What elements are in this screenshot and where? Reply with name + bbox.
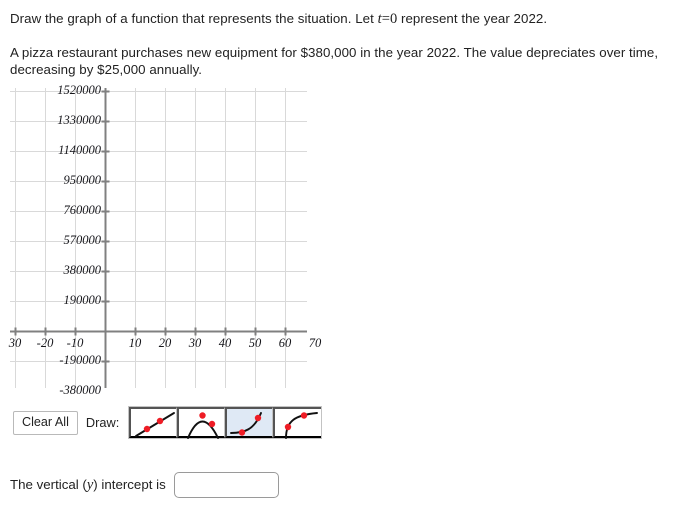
draw-tool-exponential[interactable] bbox=[225, 407, 274, 438]
prompt-paragraph-1: Draw the graph of a function that repres… bbox=[10, 10, 686, 28]
y-axis-tick-label: 1330000 bbox=[57, 113, 101, 127]
answer-row: The vertical (y) intercept is bbox=[10, 472, 279, 498]
prompt-text-part-2: represent the year 2022. bbox=[397, 11, 548, 26]
y-axis-tick-label: 380000 bbox=[63, 263, 102, 277]
y-axis-tick-label: 190000 bbox=[63, 293, 102, 307]
y-axis-tick-label: 570000 bbox=[63, 233, 102, 247]
x-axis-tick-label: 70 bbox=[308, 336, 322, 350]
graph-toolbar: Clear All Draw: bbox=[13, 406, 323, 439]
x-axis-tick-label: -10 bbox=[66, 336, 84, 350]
y-axis-tick-label: 760000 bbox=[63, 203, 102, 217]
draw-label: Draw: bbox=[85, 415, 120, 430]
prompt-paragraph-2: A pizza restaurant purchases new equipme… bbox=[10, 45, 659, 77]
draw-tool-group bbox=[128, 406, 323, 439]
logarithmic-curve-icon bbox=[285, 412, 319, 439]
exponential-curve-icon bbox=[230, 412, 263, 436]
y-axis-tick-label: -380000 bbox=[59, 383, 101, 397]
draw-tool-parabola[interactable] bbox=[177, 407, 226, 439]
y-intercept-label-part-1: The vertical ( bbox=[10, 476, 87, 492]
y-intercept-label-part-2: ) intercept is bbox=[93, 476, 166, 492]
linear-curve-icon bbox=[135, 412, 176, 437]
y-axis-tick-label: 1520000 bbox=[57, 83, 101, 97]
draw-tool-logarithmic[interactable] bbox=[273, 407, 322, 439]
math-equals-sign: = bbox=[381, 11, 390, 27]
y-axis-tick-label: 950000 bbox=[63, 173, 102, 187]
question-prompt: Draw the graph of a function that repres… bbox=[10, 10, 686, 78]
prompt-text-part-1: Draw the graph of a function that repres… bbox=[10, 11, 378, 26]
graph-widget[interactable]: 1520000 1330000 1140000 950000 760000 570000 3… bbox=[9, 84, 322, 396]
clear-all-button[interactable]: Clear All bbox=[13, 410, 78, 435]
y-intercept-input[interactable] bbox=[173, 472, 279, 498]
y-axis-tick-label: 1140000 bbox=[58, 143, 101, 157]
parabola-curve-icon bbox=[187, 412, 220, 439]
y-axis-tick-label: -190000 bbox=[59, 353, 101, 367]
y-intercept-label: The vertical (y) intercept is bbox=[10, 477, 166, 494]
draw-tool-linear[interactable] bbox=[129, 407, 178, 438]
